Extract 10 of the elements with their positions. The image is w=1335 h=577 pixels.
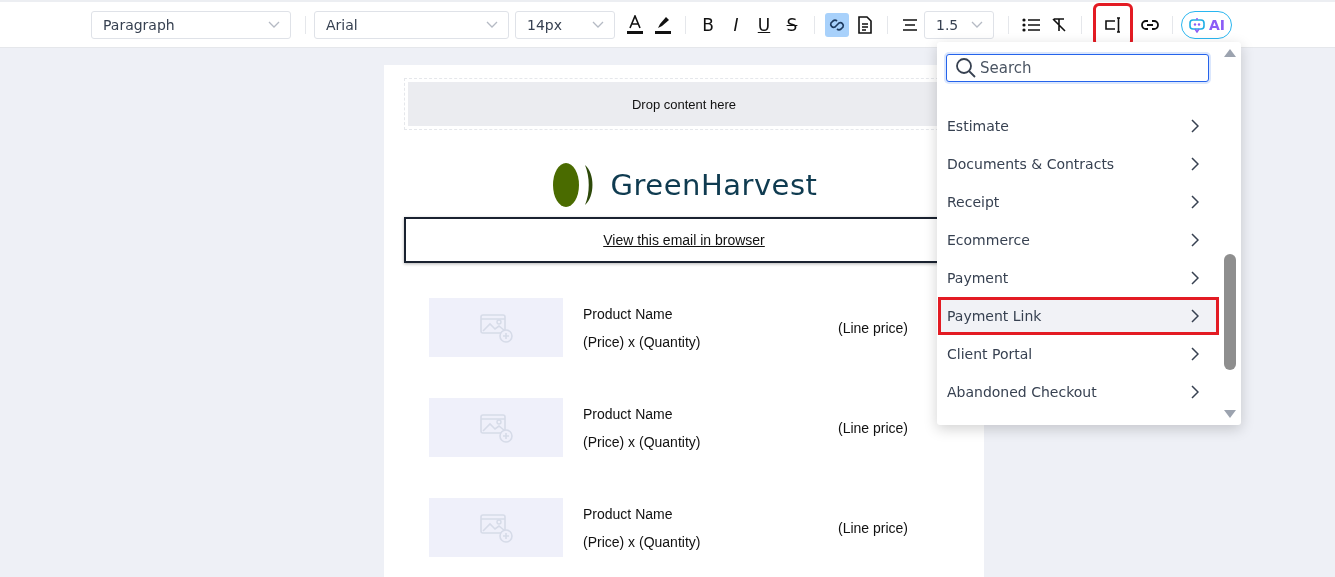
product-name: Product Name [583,405,674,422]
price-quantity: (Price) x (Quantity) [583,533,702,550]
line-price: (Line price) [838,319,909,336]
brand-logo: GreenHarvest [610,168,818,202]
product-name: Product Name [583,305,674,322]
product-name: Product Name [583,505,674,522]
price-quantity: (Price) x (Quantity) [583,333,702,350]
line-price: (Line price) [838,519,909,536]
price-quantity: (Price) x (Quantity) [583,433,702,450]
line-price: (Line price) [838,419,909,436]
